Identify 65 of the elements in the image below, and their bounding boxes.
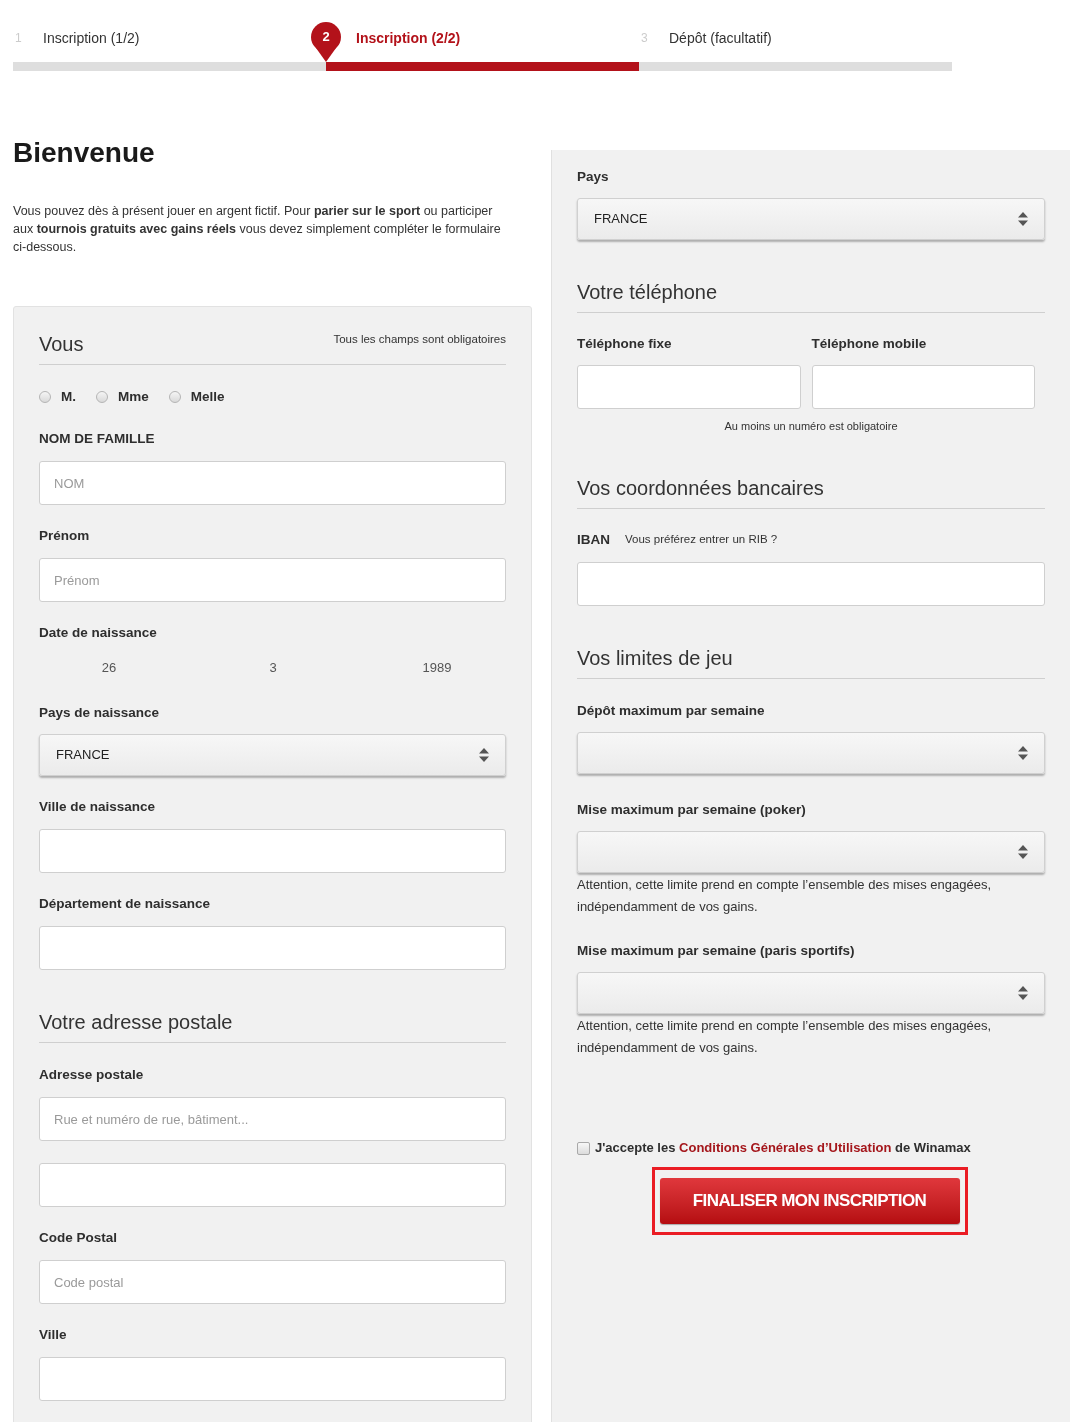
field-label: Ville xyxy=(39,1326,68,1344)
field-label: NOM DE FAMILLE xyxy=(39,430,156,448)
limit-note: Attention, cette limite prend en compte l’ensemble des mises engagées, indépendamment de vos gains. xyxy=(577,1017,993,1057)
step-label: Inscription (1/2) xyxy=(43,28,140,48)
date-value[interactable]: 3 xyxy=(269,660,277,675)
field-label: Téléphone mobile xyxy=(811,335,928,353)
input-field[interactable] xyxy=(811,365,1035,409)
section-heading: Votre téléphone xyxy=(577,280,718,304)
input-field[interactable]: Code postal xyxy=(39,1260,506,1304)
limit-note: Attention, cette limite prend en compte l’ensemble des mises engagées, indépendamment de vos gains. xyxy=(577,876,993,916)
input-field[interactable] xyxy=(39,926,506,970)
radio-label: Melle xyxy=(190,387,225,406)
input-field[interactable] xyxy=(577,562,1045,606)
input-field[interactable] xyxy=(577,365,801,409)
input-field[interactable]: Prénom xyxy=(39,558,506,602)
radio-button[interactable] xyxy=(39,391,51,403)
up-down-arrows-icon xyxy=(479,748,489,762)
section-heading: Vous xyxy=(39,332,84,356)
step-label: Dépôt (facultatif) xyxy=(669,28,772,48)
page-title: Bienvenue xyxy=(13,137,156,169)
input-field[interactable] xyxy=(39,829,506,873)
checkbox[interactable] xyxy=(577,1141,590,1155)
intro-text: Vous pouvez dès à présent jouer en argent fictif. Pour parier sur le sport ou participer aux tournois gratuits avec gains réels vous devez simplement compléter le formulaire ci-dessous. xyxy=(13,203,502,256)
terms-link[interactable]: Conditions Générales d’Utilisation xyxy=(679,1140,892,1156)
input-field[interactable] xyxy=(39,1357,506,1401)
input-field[interactable] xyxy=(39,1163,506,1207)
field-label: Pays xyxy=(577,168,610,186)
radio-button[interactable] xyxy=(168,391,181,403)
select-field[interactable]: FRANCE xyxy=(577,198,1045,240)
select-field[interactable] xyxy=(577,831,1045,873)
radio-button[interactable] xyxy=(96,391,108,403)
section-heading: Vos coordonnées bancaires xyxy=(577,476,824,500)
field-label: Mise maximum par semaine (poker) xyxy=(577,801,807,819)
select-field[interactable] xyxy=(577,972,1045,1014)
section-heading: Votre adresse postale xyxy=(39,1010,233,1034)
field-label: Dépôt maximum par semaine xyxy=(577,702,766,720)
field-label: Département de naissance xyxy=(39,895,212,913)
field-label: Code Postal xyxy=(39,1229,118,1247)
select-field[interactable] xyxy=(577,732,1045,774)
field-label: Prénom xyxy=(39,527,91,545)
section-heading: Vos limites de jeu xyxy=(577,646,733,670)
input-field[interactable]: Rue et numéro de rue, bâtiment... xyxy=(39,1097,506,1141)
radio-label: M. xyxy=(61,387,76,406)
field-label: Ville de naissance xyxy=(39,798,157,816)
field-label: Téléphone fixe xyxy=(577,335,673,353)
field-label: Pays de naissance xyxy=(39,704,161,722)
radio-label: Mme xyxy=(118,387,149,406)
up-down-arrows-icon xyxy=(1018,986,1028,1000)
submit-button[interactable]: FINALISER MON INSCRIPTION xyxy=(659,1178,960,1224)
up-down-arrows-icon xyxy=(1018,212,1028,226)
field-label: Adresse postale xyxy=(39,1066,145,1084)
field-label: IBAN xyxy=(577,530,610,549)
field-label: Date de naissance xyxy=(39,624,158,642)
field-label: Mise maximum par semaine (paris sportifs) xyxy=(577,942,856,960)
date-value[interactable]: 26 xyxy=(101,660,117,675)
up-down-arrows-icon xyxy=(1018,746,1028,760)
date-value[interactable]: 1989 xyxy=(422,660,452,675)
step-label: Inscription (2/2) xyxy=(356,28,461,48)
select-field[interactable]: FRANCE xyxy=(39,734,506,776)
rib-link[interactable]: Vous préférez entrer un RIB ? xyxy=(625,531,778,549)
phone-hint: Au moins un numéro est obligatoire xyxy=(724,419,898,434)
input-field[interactable]: NOM xyxy=(39,461,506,505)
required-note: Tous les champs sont obligatoires xyxy=(333,332,506,346)
terms-text: J'accepte les Conditions Générales d’Utilisation de Winamax xyxy=(595,1139,971,1158)
up-down-arrows-icon xyxy=(1018,845,1028,859)
